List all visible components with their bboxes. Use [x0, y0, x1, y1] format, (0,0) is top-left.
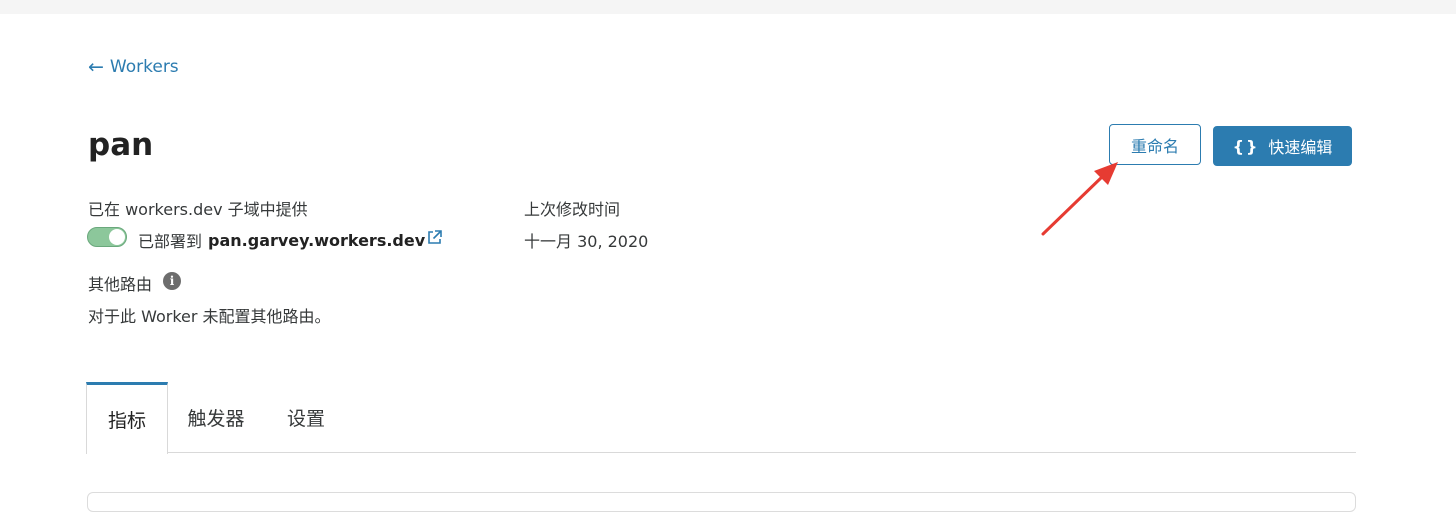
back-link-label: Workers [109, 57, 179, 77]
quick-edit-label: 快速编辑 [1268, 138, 1333, 157]
code-braces-icon: {} [1232, 136, 1260, 156]
page-title: pan [88, 127, 154, 163]
toggle-knob [109, 229, 125, 245]
top-bar [0, 0, 1456, 14]
subdomain-label: 已在 workers.dev 子域中提供 [88, 200, 308, 219]
rename-button[interactable]: 重命名 [1109, 124, 1201, 165]
arrow-left-icon: ← [88, 55, 104, 78]
tab-metrics[interactable]: 指标 [86, 382, 168, 454]
back-to-workers-link[interactable]: ← Workers [88, 57, 179, 77]
deploy-status: 已部署到 pan.garvey.workers.dev [138, 228, 425, 252]
workers-dev-url: pan.garvey.workers.dev [208, 230, 426, 250]
last-modified-value: 十一月 30, 2020 [524, 232, 649, 251]
tab-settings[interactable]: 设置 [276, 382, 336, 453]
other-routes-label: 其他路由 [88, 275, 153, 294]
content-panel [87, 492, 1356, 512]
deploy-status-prefix: 已部署到 [138, 232, 203, 251]
external-link-icon[interactable] [426, 229, 443, 246]
info-icon[interactable]: i [163, 272, 181, 290]
quick-edit-button[interactable]: {} 快速编辑 [1213, 126, 1352, 166]
other-routes-description: 对于此 Worker 未配置其他路由。 [88, 307, 331, 326]
tab-triggers[interactable]: 触发器 [176, 382, 256, 453]
workers-dev-toggle[interactable] [87, 227, 127, 247]
last-modified-label: 上次修改时间 [524, 200, 621, 219]
